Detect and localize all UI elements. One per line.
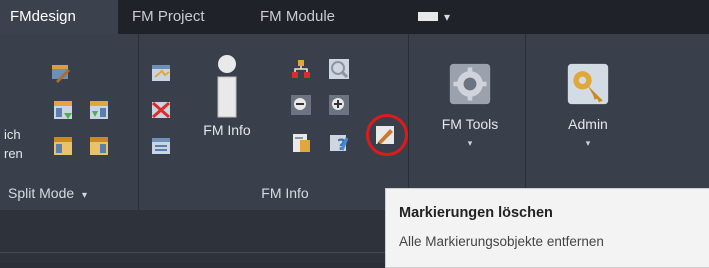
chevron-down-icon: ▾: [444, 10, 451, 24]
tab-fm-module[interactable]: FM Module: [250, 0, 345, 34]
fm-tools-button-label: FM Tools: [441, 116, 499, 132]
panel-divider: [138, 34, 139, 210]
cutoff-label-1: ich: [4, 127, 21, 142]
gear-icon: [449, 63, 491, 105]
admin-key-icon: [567, 63, 609, 105]
group-fm-info-label: FM Info: [261, 185, 309, 201]
document-info-icon[interactable]: [290, 132, 312, 154]
help-icon[interactable]: ?: [328, 132, 350, 154]
panel-divider: [525, 34, 526, 210]
split-view-icon[interactable]: [88, 99, 110, 121]
fm-tools-button[interactable]: FM Tools ▾: [425, 62, 515, 172]
tooltip-description: Alle Markierungsobjekte entfernen: [399, 234, 604, 249]
tab-overflow-menu[interactable]: ▾: [408, 0, 460, 34]
split-layout-icon[interactable]: [52, 135, 74, 157]
status-area: [0, 210, 385, 263]
divider: [0, 252, 385, 253]
pencil-edit-icon[interactable]: [50, 62, 72, 84]
tooltip-title: Markierungen löschen: [399, 205, 553, 221]
fm-info-button[interactable]: FM Info: [190, 52, 264, 172]
admin-button-label: Admin: [568, 116, 608, 132]
zoom-in-icon[interactable]: [328, 94, 350, 116]
info-icon: [217, 55, 237, 118]
chevron-down-icon: ▾: [585, 138, 591, 148]
fm-info-button-label: FM Info: [203, 122, 251, 138]
highlight-circle: [366, 114, 408, 156]
chevron-down-icon: ▾: [467, 138, 473, 148]
panel-divider: [408, 34, 409, 210]
tab-fmdesign[interactable]: FMdesign: [0, 0, 118, 34]
split-view-icon[interactable]: [52, 99, 74, 121]
tooltip: Markierungen löschen Alle Markierungsobj…: [385, 188, 709, 268]
window-arrange-icon[interactable]: [150, 62, 172, 84]
ribbon-tab-bar: FMdesign FM Project FM Module ▾: [0, 0, 709, 34]
split-layout-icon[interactable]: [88, 135, 110, 157]
delete-cross-icon[interactable]: [150, 99, 172, 121]
hierarchy-icon[interactable]: [290, 58, 312, 80]
chevron-down-icon: ▾: [82, 190, 88, 201]
cutoff-label-2: ren: [4, 146, 23, 161]
window-icon: [418, 12, 438, 22]
window-list-icon[interactable]: [150, 135, 172, 157]
search-icon[interactable]: [328, 58, 350, 80]
tab-fm-project[interactable]: FM Project: [122, 0, 215, 34]
group-split-mode-label: Split Mode: [8, 185, 75, 201]
zoom-out-icon[interactable]: [290, 94, 312, 116]
group-split-mode[interactable]: Split Mode ▾: [8, 182, 138, 204]
admin-button[interactable]: Admin ▾: [548, 62, 628, 172]
